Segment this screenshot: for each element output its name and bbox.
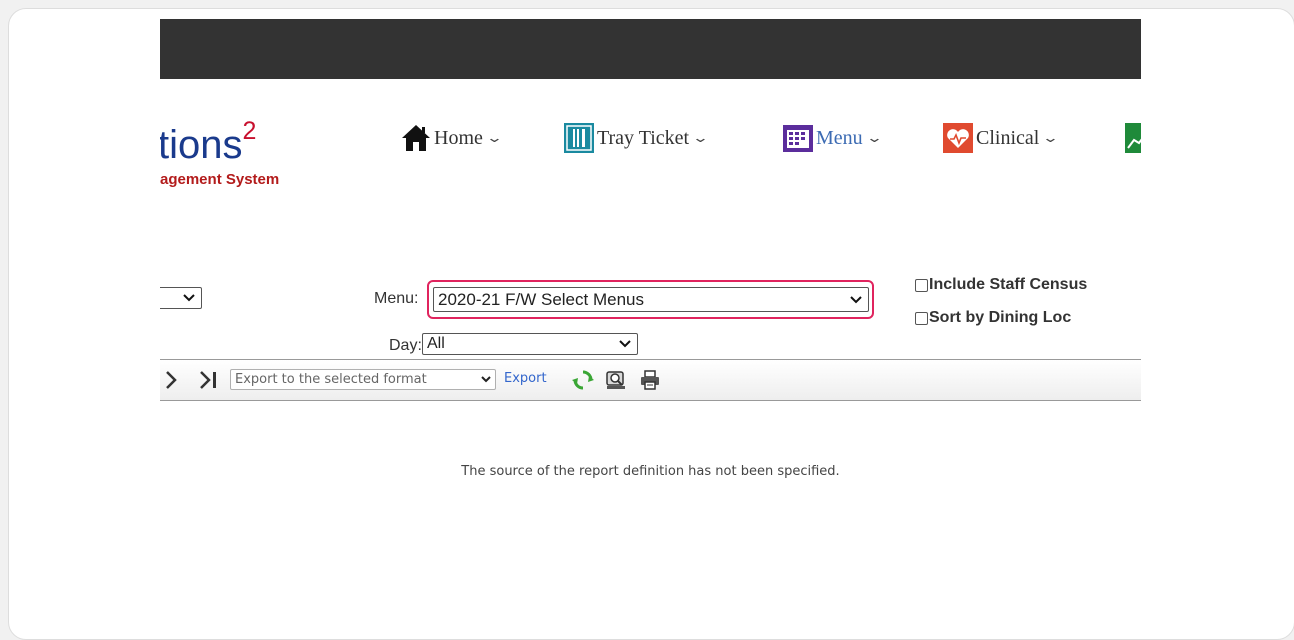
export-format-select[interactable]: Export to the selected format bbox=[230, 369, 496, 390]
report-toolbar: Export to the selected format Export bbox=[160, 359, 1141, 401]
chevron-down-icon bbox=[481, 372, 491, 387]
nav-home-label: Home bbox=[434, 126, 483, 149]
logo-text: tions bbox=[160, 123, 243, 167]
logo-subtitle: agement System bbox=[160, 171, 280, 188]
menu-label: Menu: bbox=[374, 290, 419, 307]
chart-icon bbox=[1124, 122, 1141, 154]
chevron-down-icon: ⌄ bbox=[485, 130, 504, 145]
next-page-icon[interactable] bbox=[164, 370, 178, 390]
chevron-down-icon bbox=[619, 340, 631, 348]
refresh-icon[interactable] bbox=[572, 369, 594, 391]
day-label: Day: bbox=[389, 337, 422, 354]
logo: tions2 bbox=[160, 119, 256, 167]
include-staff-census-checkbox[interactable]: Include Staff Census bbox=[915, 276, 1087, 294]
checkbox-box[interactable] bbox=[915, 311, 928, 325]
day-select-value: All bbox=[427, 335, 445, 352]
home-icon bbox=[400, 122, 432, 154]
report-message: The source of the report definition has … bbox=[461, 464, 840, 479]
nav-partial-item[interactable] bbox=[1124, 118, 1141, 158]
chevron-down-icon bbox=[850, 295, 862, 304]
nav-menu[interactable]: Menu ⌄ bbox=[782, 118, 883, 158]
sort-by-dining-loc-label: Sort by Dining Loc bbox=[929, 309, 1072, 326]
fork-knife-icon bbox=[563, 122, 595, 154]
facility-select[interactable] bbox=[160, 287, 202, 309]
chevron-down-icon: ⌄ bbox=[691, 130, 710, 145]
include-staff-census-label: Include Staff Census bbox=[929, 276, 1088, 293]
menu-select[interactable]: 2020-21 F/W Select Menus bbox=[433, 287, 869, 312]
checkbox-box[interactable] bbox=[915, 278, 928, 292]
nav-home[interactable]: Home ⌄ bbox=[400, 118, 504, 158]
nav-menu-label: Menu bbox=[816, 126, 863, 149]
search-icon[interactable] bbox=[605, 369, 627, 391]
chevron-down-icon: ⌄ bbox=[865, 130, 883, 145]
nav-tray-ticket-label: Tray Ticket bbox=[597, 126, 690, 149]
export-format-value: Export to the selected format bbox=[235, 372, 427, 387]
sort-by-dining-loc-checkbox[interactable]: Sort by Dining Loc bbox=[915, 309, 1071, 327]
day-select[interactable]: All bbox=[422, 333, 638, 355]
chevron-down-icon bbox=[183, 294, 195, 302]
menu-select-value: 2020-21 F/W Select Menus bbox=[438, 289, 644, 309]
heart-icon bbox=[942, 122, 974, 154]
nav-clinical[interactable]: Clinical ⌄ bbox=[942, 118, 1060, 158]
chevron-down-icon: ⌄ bbox=[1042, 130, 1060, 145]
nav-tray-ticket[interactable]: Tray Ticket ⌄ bbox=[563, 118, 710, 158]
last-page-icon[interactable] bbox=[198, 370, 220, 390]
calendar-icon bbox=[782, 122, 814, 154]
app-window: tions2 agement System Home ⌄ Tray Ticket… bbox=[160, 19, 1141, 619]
export-link[interactable]: Export bbox=[504, 371, 547, 386]
logo-superscript: 2 bbox=[242, 117, 257, 145]
print-icon[interactable] bbox=[639, 369, 661, 391]
top-bar bbox=[160, 19, 1141, 79]
nav-clinical-label: Clinical bbox=[976, 126, 1040, 149]
